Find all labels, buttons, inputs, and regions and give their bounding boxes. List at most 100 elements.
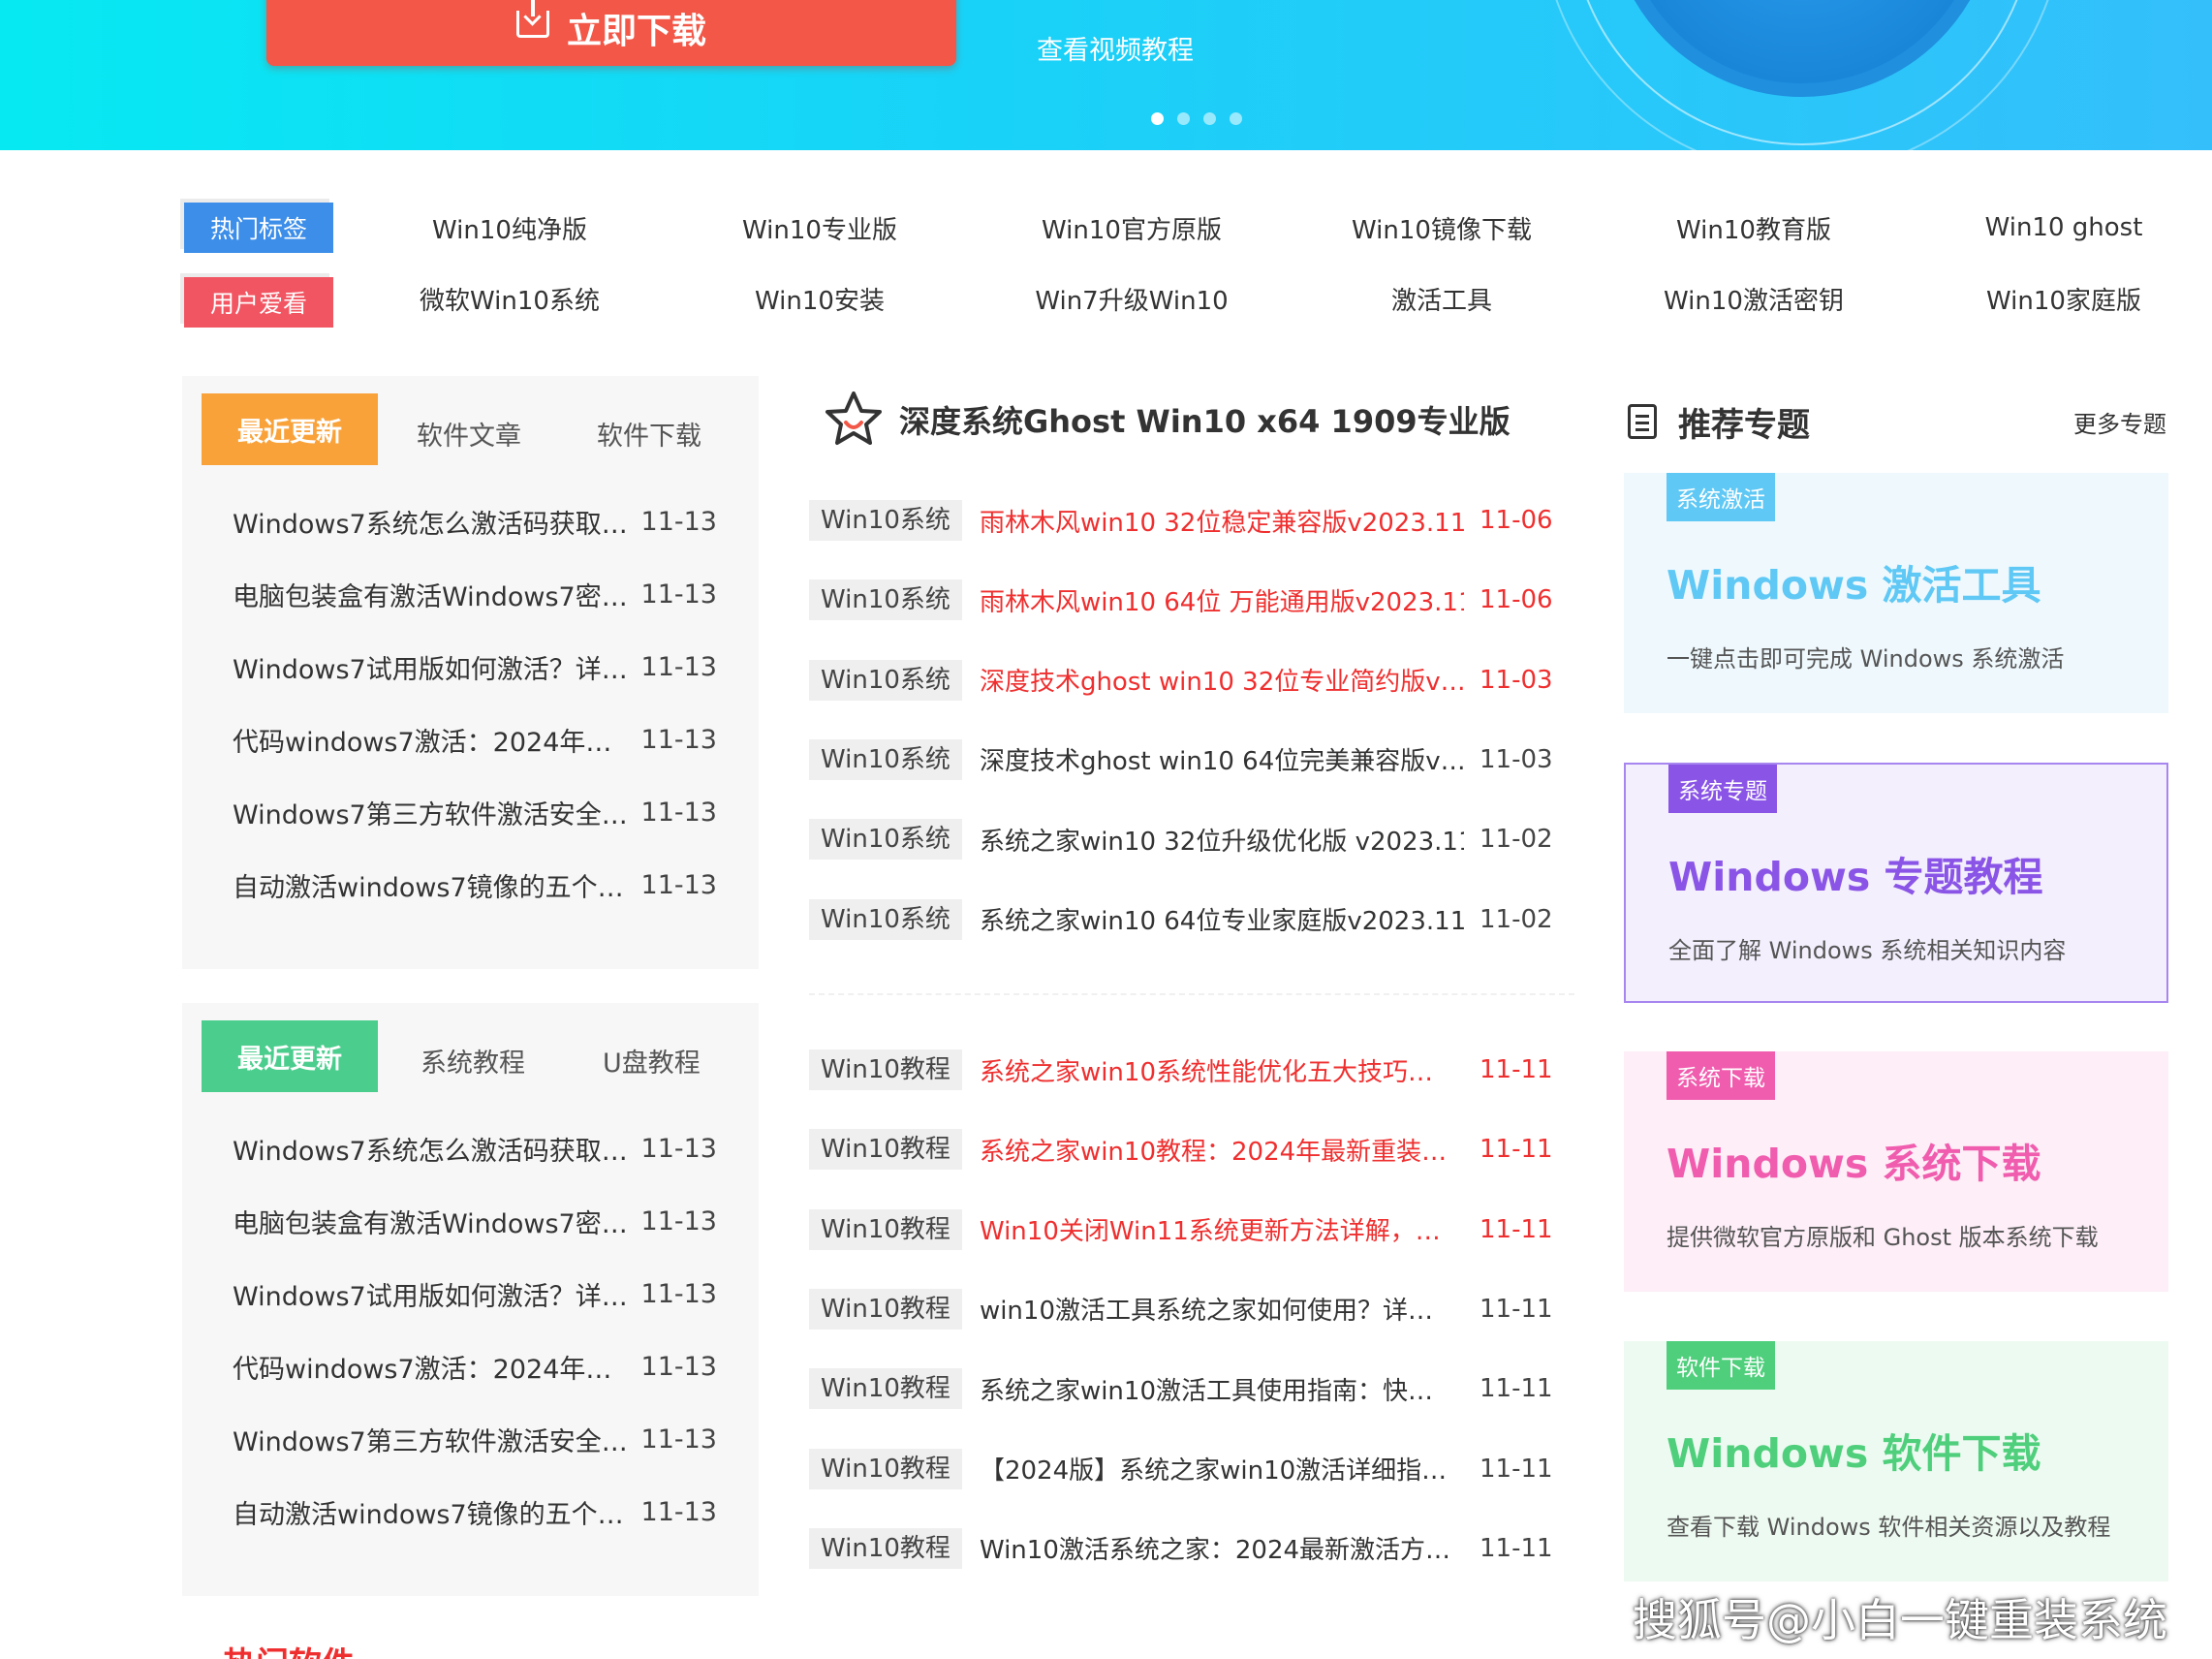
video-tutorial-link[interactable]: 查看视频教程 (1037, 29, 1194, 67)
recommend-title: 推荐专题 (1678, 405, 1810, 445)
top-banner: 立即下载 查看视频教程 (0, 0, 2212, 150)
topic-title: Windows 系统下载 (1667, 1141, 2041, 1187)
tab-system-tutorials[interactable]: 系统教程 (421, 1042, 525, 1080)
category-tag[interactable]: Win10教程 (809, 1527, 962, 1569)
article-row[interactable]: Win10系统 雨林木风win10 64位 万能通用版v2023.11 11-06 (809, 579, 1565, 621)
list-item[interactable]: Windows7第三方软件激活安全… 11-13 (233, 1420, 717, 1458)
category-tag[interactable]: Win10教程 (809, 1288, 962, 1330)
topic-description: 提供微软官方原版和 Ghost 版本系统下载 (1667, 1224, 2099, 1251)
list-item[interactable]: 电脑包装盒有激活Windows7密… 11-13 (233, 575, 717, 613)
article-row[interactable]: Win10系统 深度技术ghost win10 32位专业简约版v… 11-03 (809, 659, 1565, 701)
tag-link[interactable]: Win10安装 (755, 281, 885, 317)
item-date: 11-13 (640, 1278, 717, 1309)
article-row[interactable]: Win10系统 系统之家win10 64位专业家庭版v2023.11 11-02 (809, 898, 1565, 940)
tag-link[interactable]: Win10官方原版 (1042, 210, 1222, 246)
tab-software-articles[interactable]: 软件文章 (417, 415, 521, 453)
article-row[interactable]: Win10教程 win10激活工具系统之家如何使用？详… 11-11 (809, 1288, 1565, 1330)
category-tag[interactable]: Win10系统 (809, 738, 962, 780)
tag-link[interactable]: Win10镜像下载 (1352, 210, 1532, 246)
list-item[interactable]: Windows7试用版如何激活？详… 11-13 (233, 1274, 717, 1313)
category-tag[interactable]: Win10系统 (809, 659, 962, 701)
topic-card[interactable]: 软件下载 Windows 软件下载 查看下载 Windows 软件相关资源以及教程 (1624, 1341, 2168, 1581)
article-date: 11-02 (1480, 825, 1553, 855)
item-title: Windows7第三方软件激活安全… (233, 1426, 628, 1457)
category-tag[interactable]: Win10教程 (809, 1129, 962, 1171)
category-tag[interactable]: Win10系统 (809, 898, 962, 940)
topic-card[interactable]: 系统专题 Windows 专题教程 全面了解 Windows 系统相关知识内容 (1624, 763, 2168, 1003)
divider (809, 993, 1574, 995)
tag-link[interactable]: Win10专业版 (742, 210, 897, 246)
item-date: 11-13 (640, 1424, 717, 1455)
more-topics-link[interactable]: 更多专题 (2073, 405, 2166, 439)
tab-software-downloads[interactable]: 软件下载 (597, 415, 701, 453)
category-tag[interactable]: Win10教程 (809, 1448, 962, 1489)
article-row[interactable]: Win10教程 系统之家win10教程：2024年最新重装… 11-11 (809, 1129, 1565, 1171)
item-date: 11-13 (640, 651, 717, 682)
recent-updates-panel: 最近更新 软件文章 软件下载 Windows7系统怎么激活码获取… 11-13 电… (182, 376, 759, 969)
list-item[interactable]: Windows7第三方软件激活安全… 11-13 (233, 793, 717, 831)
article-title: 雨林木风win10 32位稳定兼容版v2023.11 (979, 508, 1464, 538)
article-date: 11-03 (1480, 665, 1553, 695)
category-tag[interactable]: Win10教程 (809, 1368, 962, 1410)
tag-link[interactable]: Win10纯净版 (432, 210, 587, 246)
article-date: 11-11 (1480, 1055, 1553, 1084)
item-title: Windows7试用版如何激活？详… (233, 654, 628, 685)
list-item[interactable]: Windows7系统怎么激活码获取… 11-13 (233, 502, 717, 541)
topic-card[interactable]: 系统激活 Windows 激活工具 一键点击即可完成 Windows 系统激活 (1624, 473, 2168, 713)
carousel-dot[interactable] (1203, 112, 1216, 125)
article-date: 11-06 (1480, 506, 1553, 535)
item-title: 电脑包装盒有激活Windows7密… (233, 1208, 628, 1239)
article-row[interactable]: Win10系统 系统之家win10 32位升级优化版 v2023.11 11-02 (809, 819, 1565, 861)
article-row[interactable]: Win10教程 系统之家win10激活工具使用指南：快… 11-11 (809, 1368, 1565, 1410)
category-tag[interactable]: Win10教程 (809, 1208, 962, 1250)
carousel-dot[interactable] (1177, 112, 1190, 125)
carousel-dot[interactable] (1230, 112, 1242, 125)
item-date: 11-13 (640, 797, 717, 828)
favorite-tags-row: 用户爱看 微软Win10系统 Win10安装 Win7升级Win10 激活工具 … (184, 269, 2170, 328)
category-tag[interactable]: Win10教程 (809, 1049, 962, 1090)
article-row[interactable]: Win10教程 Win10激活系统之家：2024最新激活方… 11-11 (809, 1527, 1565, 1569)
tab-recent-updates[interactable]: 最近更新 (202, 1020, 378, 1092)
tag-link[interactable]: Win7升级Win10 (1035, 281, 1228, 317)
download-button[interactable]: 立即下载 (266, 0, 956, 66)
article-title: 深度技术ghost win10 32位专业简约版v… (979, 668, 1464, 698)
category-tag[interactable]: Win10系统 (809, 819, 962, 861)
list-item[interactable]: 电脑包装盒有激活Windows7密… 11-13 (233, 1202, 717, 1240)
featured-title[interactable]: 深度系统Ghost Win10 x64 1909专业版 (822, 388, 1511, 452)
article-row[interactable]: Win10教程 【2024版】系统之家win10激活详细指… 11-11 (809, 1448, 1565, 1489)
article-row[interactable]: Win10教程 系统之家win10系统性能优化五大技巧… 11-11 (809, 1049, 1565, 1090)
article-title: 【2024版】系统之家win10激活详细指… (979, 1456, 1448, 1486)
tag-link[interactable]: Win10 ghost (1985, 213, 2143, 242)
article-title: 雨林木风win10 64位 万能通用版v2023.11 (979, 587, 1464, 617)
article-row[interactable]: Win10系统 雨林木风win10 32位稳定兼容版v2023.11 11-06 (809, 500, 1565, 541)
tag-link[interactable]: Win10激活密钥 (1664, 281, 1844, 317)
category-tag[interactable]: Win10系统 (809, 579, 962, 621)
tag-link[interactable]: 微软Win10系统 (420, 281, 600, 317)
list-item[interactable]: 自动激活windows7镜像的五个… 11-13 (233, 865, 717, 904)
list-item[interactable]: Windows7系统怎么激活码获取… 11-13 (233, 1129, 717, 1168)
carousel-dot[interactable] (1151, 112, 1164, 125)
article-row[interactable]: Win10系统 深度技术ghost win10 64位完美兼容版v… 11-03 (809, 738, 1565, 780)
item-date: 11-13 (640, 869, 717, 900)
star-icon (826, 391, 882, 445)
tag-link[interactable]: Win10家庭版 (1986, 281, 2141, 317)
article-date: 11-11 (1480, 1533, 1553, 1563)
tab-usb-tutorials[interactable]: U盘教程 (603, 1042, 701, 1080)
topic-card[interactable]: 系统下载 Windows 系统下载提供微软官方原版和 Ghost 版本系统下载 (1624, 1051, 2168, 1292)
category-tag[interactable]: Win10系统 (809, 500, 962, 541)
item-title: Windows7系统怎么激活码获取… (233, 509, 628, 540)
list-item[interactable]: 自动激活windows7镜像的五个… 11-13 (233, 1492, 717, 1531)
article-date: 11-11 (1480, 1454, 1553, 1484)
topic-badge: 系统下载 (1667, 1051, 1775, 1100)
tab-recent-updates[interactable]: 最近更新 (202, 393, 378, 465)
article-date: 11-11 (1480, 1135, 1553, 1165)
favorite-tags-badge: 用户爱看 (184, 277, 333, 328)
list-item[interactable]: Windows7试用版如何激活？详… 11-13 (233, 647, 717, 686)
article-row[interactable]: Win10教程 Win10关闭Win11系统更新方法详解，… 11-11 (809, 1208, 1565, 1250)
watermark: 搜狐号@小白一键重装系统 (1633, 1594, 2167, 1646)
tag-link[interactable]: 激活工具 (1391, 281, 1492, 317)
article-title: 系统之家win10激活工具使用指南：快… (979, 1376, 1433, 1406)
tag-link[interactable]: Win10教育版 (1676, 210, 1831, 246)
list-item[interactable]: 代码windows7激活：2024年… 11-13 (233, 1347, 717, 1386)
list-item[interactable]: 代码windows7激活：2024年… 11-13 (233, 720, 717, 759)
